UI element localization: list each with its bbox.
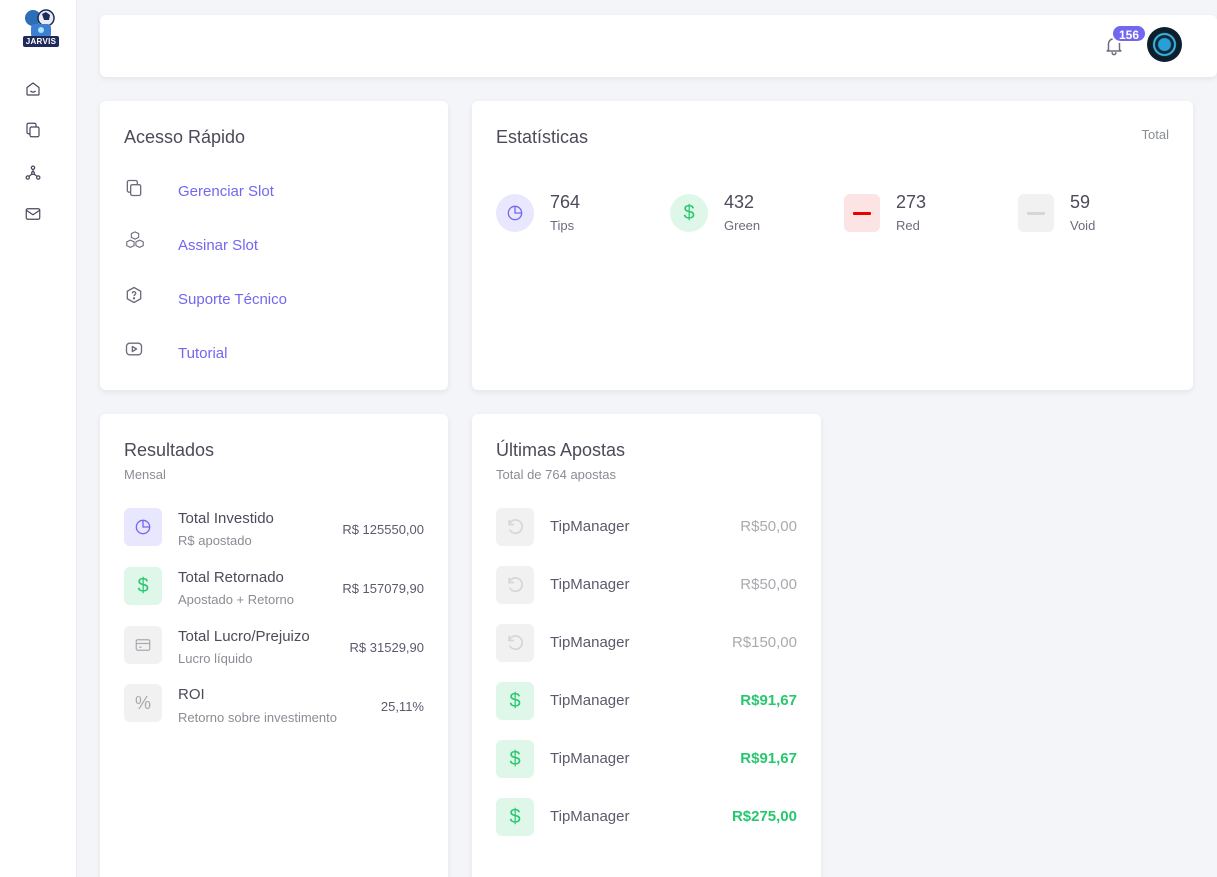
- top-navbar: [100, 15, 1217, 77]
- tutorial-link[interactable]: Tutorial: [178, 345, 227, 362]
- red-count: 273: [896, 192, 927, 212]
- green-count: 432: [724, 192, 755, 212]
- manage-slot-link[interactable]: Gerenciar Slot: [178, 183, 274, 200]
- void-count: 59: [1070, 192, 1091, 212]
- refresh-icon: [496, 508, 534, 546]
- tips-label: Tips: [550, 218, 575, 233]
- credit-card-icon: [124, 626, 162, 664]
- bet-name: TipManager: [550, 808, 630, 825]
- statistics-card: Estatísticas Total 764 Tips $ 432 Green …: [472, 101, 1193, 390]
- jarvis-logo[interactable]: JARVIS: [20, 8, 62, 52]
- bet-value: R$50,00: [740, 576, 797, 593]
- total-invested-label: Total Investido: [178, 510, 274, 527]
- copy-icon[interactable]: [23, 120, 43, 140]
- boxes-icon: [124, 230, 146, 252]
- dollar-icon: $: [670, 194, 708, 232]
- copy-icon: [124, 178, 146, 200]
- pie-chart-icon: [496, 194, 534, 232]
- mail-icon[interactable]: [23, 204, 43, 224]
- home-icon[interactable]: [23, 79, 43, 99]
- bet-value: R$275,00: [731, 808, 797, 825]
- results-subtitle: Mensal: [124, 467, 166, 482]
- refresh-icon: [496, 624, 534, 662]
- roi-sub: Retorno sobre investimento: [178, 710, 337, 725]
- percent-symbol: %: [134, 692, 151, 713]
- bet-name: TipManager: [550, 634, 630, 651]
- last-bets-subtitle: Total de 764 apostas: [496, 467, 616, 482]
- refresh-icon: [496, 566, 534, 604]
- notification-badge: 156: [1111, 24, 1148, 43]
- bet-value: R$91,67: [740, 692, 797, 709]
- bet-name: TipManager: [550, 518, 630, 535]
- total-profit-label: Total Lucro/Prejuizo: [178, 628, 310, 645]
- bet-name: TipManager: [550, 692, 630, 709]
- results-title: Resultados: [124, 440, 215, 460]
- subscribe-slot-link[interactable]: Assinar Slot: [178, 237, 258, 254]
- results-card: Resultados Mensal Total Investido R$ apo…: [100, 414, 448, 877]
- minus-red-icon: [844, 194, 880, 232]
- total-returned-sub: Apostado + Retorno: [178, 592, 294, 607]
- total-returned-label: Total Retornado: [178, 569, 284, 586]
- statistics-title: Estatísticas: [496, 127, 589, 147]
- help-hexagon-icon: [124, 285, 146, 307]
- tips-count: 764: [550, 192, 581, 212]
- total-invested-sub: R$ apostado: [178, 533, 252, 548]
- tech-support-link[interactable]: Suporte Técnico: [178, 291, 287, 308]
- statistics-period: Total: [1141, 127, 1169, 142]
- dollar-icon: $: [496, 798, 534, 836]
- minus-void-icon: [1018, 194, 1054, 232]
- logo-text: JARVIS: [25, 37, 57, 46]
- void-label: Void: [1070, 218, 1096, 233]
- green-label: Green: [724, 218, 761, 233]
- bet-value: R$91,67: [740, 750, 797, 767]
- network-icon[interactable]: [23, 163, 43, 183]
- bet-name: TipManager: [550, 576, 630, 593]
- bet-name: TipManager: [550, 750, 630, 767]
- user-avatar[interactable]: [1147, 27, 1182, 62]
- total-profit-sub: Lucro líquido: [178, 651, 253, 666]
- bet-value: R$50,00: [740, 518, 797, 535]
- total-profit-value: R$ 31529,90: [349, 640, 424, 655]
- quick-access-title: Acesso Rápido: [124, 127, 246, 147]
- roi-label: ROI: [178, 686, 205, 703]
- dollar-icon: $: [124, 567, 162, 605]
- red-label: Red: [896, 218, 920, 233]
- dollar-icon: $: [496, 682, 534, 720]
- pie-chart-icon: [124, 508, 162, 546]
- video-icon: [124, 339, 146, 361]
- percent-icon: %: [124, 684, 162, 722]
- total-invested-value: R$ 125550,00: [342, 522, 424, 537]
- sidebar: JARVIS: [0, 0, 77, 877]
- quick-access-card: Acesso Rápido Gerenciar Slot Assinar Slo…: [100, 101, 448, 390]
- total-returned-value: R$ 157079,90: [342, 581, 424, 596]
- dollar-icon: $: [496, 740, 534, 778]
- bet-value: R$150,00: [731, 634, 797, 651]
- last-bets-title: Últimas Apostas: [496, 440, 626, 460]
- roi-value: 25,11%: [380, 699, 424, 714]
- last-bets-card: Últimas Apostas Total de 764 apostas Tip…: [472, 414, 821, 877]
